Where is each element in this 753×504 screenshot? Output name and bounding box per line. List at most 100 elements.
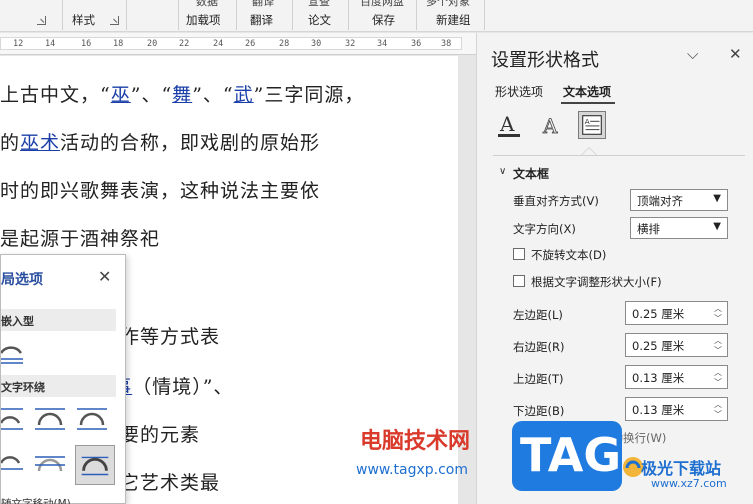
left-margin-value: 0.25 厘米 [632,307,685,321]
ribbon-partial-label: 多个对象 [426,0,470,8]
right-margin-value: 0.25 厘米 [632,339,685,353]
popup-section-inline: 嵌入型 [1,309,116,331]
spin-down-icon[interactable]: ﹀ [714,345,722,356]
ruler-tick: 18 [113,39,124,49]
layout-options-popup: 局选项 ✕ 嵌入型 文字环绕 随文字移动(M) [0,254,126,504]
horizontal-ruler[interactable]: 12 14 16 18 20 22 24 26 28 30 32 34 36 3… [0,33,476,55]
document-line: 是起源于酒神祭祀 [0,224,160,251]
ruler-tick: 26 [245,39,256,49]
svg-text:A: A [499,112,515,136]
ribbon-partial-label: 百度网盘 [360,0,404,8]
document-text: （情境）”、 [132,376,234,398]
autofit-checkbox[interactable] [513,275,525,287]
move-with-text-option[interactable]: 随文字移动(M) [1,496,71,504]
document-text: 是起源于酒神祭祀 [0,228,161,250]
document-link[interactable]: 巫术 [20,132,60,154]
popup-title: 局选项 [1,272,43,288]
bottom-margin-label: 下边距(B) [513,404,565,418]
text-direction-label: 文字方向(X) [513,222,576,236]
ruler-tick: 14 [45,39,56,49]
ribbon-separator [348,0,349,30]
tab-shape-options[interactable]: 形状选项 [495,83,543,100]
document-link[interactable]: 舞 [172,84,192,106]
square-wrap-icon[interactable] [1,405,35,433]
through-wrap-icon[interactable] [75,405,109,433]
text-fill-icon[interactable]: A [495,111,523,139]
ribbon-separator [416,0,417,30]
watermark-jg-url: www.xz7.com [651,477,727,490]
dialog-launcher-icon[interactable] [37,16,46,25]
spin-down-icon[interactable]: ﹀ [714,409,722,420]
no-rotate-checkbox[interactable] [513,248,525,260]
document-text: 的 [0,132,21,154]
pane-scrollbar[interactable] [745,33,753,504]
styles-launcher-icon[interactable] [110,16,119,25]
spin-down-icon[interactable]: ﹀ [714,377,722,388]
ribbon-separator [484,0,485,30]
document-text: 上古中文，“ [0,84,111,106]
pane-divider [493,155,748,156]
document-text: ”、“ [130,84,173,106]
watermark-jg-text: 极光下载站 [641,459,722,478]
ribbon-button-translate[interactable]: 翻译 [250,12,273,28]
document-link[interactable]: 巫 [111,84,131,106]
ruler-tick: 20 [147,39,158,49]
document-text: 时的即兴歌舞表演，这种说法主要依 [0,180,321,202]
text-direction-select[interactable]: 横排 ▼ [630,217,728,239]
vertical-align-select[interactable]: 顶端对齐 ▼ [630,189,728,211]
ruler-tick: 32 [345,39,356,49]
ruler-track: 12 14 16 18 20 22 24 26 28 30 32 34 36 3… [0,37,462,50]
textbox-layout-icon[interactable]: A [578,111,606,139]
top-margin-value: 0.13 厘米 [632,371,685,385]
vertical-align-value: 顶端对齐 [637,194,683,208]
top-bottom-wrap-icon[interactable] [1,449,35,477]
tab-underline [561,102,615,104]
section-textbox-heading[interactable]: 文本框 [513,165,549,182]
bottom-margin-input[interactable]: 0.13 厘米 ︿ ﹀ [625,397,728,421]
ribbon-separator [178,0,179,30]
ruler-tick: 12 [13,39,24,49]
ribbon-button-new-group[interactable]: 新建组 [436,12,471,28]
text-direction-value: 横排 [637,222,660,236]
tab-text-options[interactable]: 文本选项 [563,83,611,100]
close-icon[interactable]: ✕ [729,45,742,63]
document-line: 上古中文，“巫”、“舞”、“武”三字同源， [0,80,364,107]
ribbon-group-styles: 样式 [72,13,95,27]
selected-pointer [581,147,597,155]
document-text: 活动的合称，即戏剧的原始形 [60,132,321,154]
tag-logo-text: TAG [520,428,622,482]
right-margin-input[interactable]: 0.25 厘米 ︿ ﹀ [625,333,728,357]
ribbon-separator [236,0,237,30]
close-icon[interactable]: ✕ [98,267,111,286]
pane-title: 设置形状格式 [491,50,599,71]
svg-text:A: A [542,114,558,138]
popup-section-wrap: 文字环绕 [1,375,116,397]
left-margin-input[interactable]: 0.25 厘米 ︿ ﹀ [625,301,728,325]
top-margin-label: 上边距(T) [513,372,564,386]
ribbon-button-addins[interactable]: 加载项 [186,12,221,28]
ribbon-partial-label: 数据 [196,0,218,8]
chevron-down-icon[interactable]: ∨ [499,166,506,177]
ruler-tick: 16 [81,39,92,49]
right-margin-label: 右边距(R) [513,340,565,354]
ruler-tick: 28 [279,39,290,49]
document-link[interactable]: 武 [234,84,254,106]
ribbon: 数据 翻译 宣查 百度网盘 多个对象 样式 加载项 翻译 论文 保存 新建组 [0,0,753,32]
text-effects-icon[interactable]: A [537,111,565,139]
in-front-of-text-icon[interactable] [75,445,115,485]
ribbon-button-save[interactable]: 保存 [372,12,395,28]
ribbon-partial-label: 翻译 [252,0,274,8]
tight-wrap-icon[interactable] [33,405,67,433]
behind-text-icon[interactable] [33,449,67,477]
spin-down-icon[interactable]: ﹀ [714,313,722,324]
inline-wrap-icon[interactable] [1,339,35,367]
dropdown-arrow-icon: ▼ [713,193,721,204]
top-margin-input[interactable]: 0.13 厘米 ︿ ﹀ [625,365,728,389]
ribbon-button-paper[interactable]: 论文 [308,12,331,28]
ruler-tick: 30 [311,39,322,49]
bottom-margin-value: 0.13 厘米 [632,403,685,417]
ruler-tick: 36 [411,39,422,49]
document-line: 的巫术活动的合称，即戏剧的原始形 [0,128,320,155]
left-margin-label: 左边距(L) [513,308,563,322]
chevron-down-icon[interactable]: ⌵ [687,45,698,63]
